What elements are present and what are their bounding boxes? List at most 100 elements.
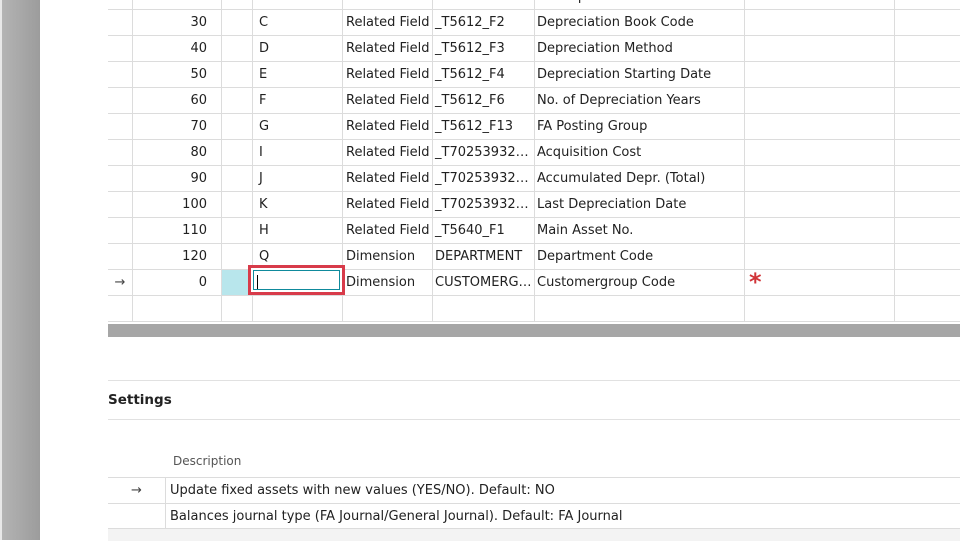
table-row[interactable]: 40 D Related Field _T5612_F3 Depreciatio… (108, 36, 960, 62)
table-row[interactable]: 110 H Related Field _T5640_F1 Main Asset… (108, 218, 960, 244)
cell-letter[interactable]: G (253, 114, 343, 139)
cell-type[interactable] (343, 296, 433, 321)
cell-type[interactable]: Related Field (343, 140, 433, 165)
cell-description: Accumulated Depr. (Total) (535, 166, 745, 191)
cell-letter[interactable]: F (253, 88, 343, 113)
cell-no: 100 (133, 192, 222, 217)
cell-letter[interactable] (253, 296, 343, 321)
cell-field[interactable]: _T5640_F1 (433, 218, 535, 243)
required-asterisk-icon: * (749, 270, 762, 295)
cell-letter[interactable]: D (253, 36, 343, 61)
cell-field[interactable]: _T70253932_F3 (433, 166, 535, 191)
cell-extra-2 (895, 166, 960, 191)
settings-column-header-description[interactable]: Description (173, 454, 241, 468)
row-selector[interactable] (108, 296, 133, 321)
cell-extra-2 (895, 114, 960, 139)
cell-extra-2 (895, 88, 960, 113)
cell-description: No. of Depreciation Years (535, 88, 745, 113)
cell-field[interactable]: _T5612_F6 (433, 88, 535, 113)
table-row[interactable]: 70 G Related Field _T5612_F13 FA Posting… (108, 114, 960, 140)
cell-type[interactable]: Related Field (343, 36, 433, 61)
row-selector[interactable] (108, 192, 133, 217)
cell-field[interactable]: _T70253932_F2 (433, 140, 535, 165)
cell-no: 30 (133, 10, 222, 35)
cell-no: 20 (133, 0, 222, 9)
table-row[interactable]: 60 F Related Field _T5612_F6 No. of Depr… (108, 88, 960, 114)
row-selector[interactable] (108, 10, 133, 35)
cell-no: 80 (133, 140, 222, 165)
text-caret (257, 275, 258, 289)
cell-required: * (745, 270, 895, 295)
row-selector[interactable] (108, 0, 133, 9)
cell-field[interactable]: DEPARTMENT (433, 244, 535, 269)
cell-field[interactable] (433, 296, 535, 321)
cell-field[interactable]: _T5612_F3 (433, 36, 535, 61)
cell-type[interactable]: Related Field (343, 10, 433, 35)
row-selector[interactable] (108, 88, 133, 113)
row-selector[interactable] (108, 114, 133, 139)
table-row[interactable]: 90 J Related Field _T70253932_F3 Accumul… (108, 166, 960, 192)
cell-extra-2 (895, 270, 960, 295)
cell-letter[interactable]: C (253, 10, 343, 35)
cell-blank (222, 88, 253, 113)
settings-row[interactable]: → Update fixed assets with new values (Y… (108, 477, 960, 503)
cell-type[interactable]: Field (343, 0, 433, 9)
table-row[interactable]: 30 C Related Field _T5612_F2 Depreciatio… (108, 10, 960, 36)
cell-letter[interactable]: K (253, 192, 343, 217)
current-row-arrow-icon[interactable]: → (108, 270, 133, 295)
cell-field[interactable]: _T5612_F4 (433, 62, 535, 87)
row-selector[interactable] (108, 62, 133, 87)
cell-type[interactable]: Related Field (343, 88, 433, 113)
table-row[interactable]: 50 E Related Field _T5612_F4 Depreciatio… (108, 62, 960, 88)
row-selector[interactable] (108, 244, 133, 269)
table-row-active[interactable]: → 0 Dimension CUSTOMERG… Customergroup C… (108, 265, 960, 296)
cell-extra (745, 88, 895, 113)
cell-type[interactable]: Related Field (343, 62, 433, 87)
cell-type[interactable]: Dimension (343, 244, 433, 269)
cell-extra (745, 10, 895, 35)
cell-type[interactable]: Related Field (343, 166, 433, 191)
cell-field[interactable]: _T70253932_F… (433, 192, 535, 217)
row-selector[interactable] (108, 36, 133, 61)
settings-row-description: Balances journal type (FA Journal/Genera… (170, 509, 623, 524)
cell-extra (745, 62, 895, 87)
cell-field[interactable]: 2 (433, 0, 535, 9)
table-row[interactable]: 20 B Field 2 Description (108, 0, 960, 10)
cell-field[interactable]: _T5612_F13 (433, 114, 535, 139)
cell-type[interactable]: Related Field (343, 218, 433, 243)
cell-no (133, 296, 222, 321)
cell-extra-2 (895, 192, 960, 217)
letter-edit-input[interactable] (248, 265, 345, 295)
cell-type[interactable]: Related Field (343, 192, 433, 217)
cell-letter[interactable]: H (253, 218, 343, 243)
horizontal-scrollbar[interactable] (108, 324, 960, 337)
table-row[interactable]: 100 K Related Field _T70253932_F… Last D… (108, 192, 960, 218)
cell-extra-2 (895, 62, 960, 87)
cell-letter[interactable]: I (253, 140, 343, 165)
letter-edit-input-inner[interactable] (253, 270, 340, 290)
row-selector[interactable] (108, 218, 133, 243)
cell-field[interactable]: CUSTOMERG… (433, 270, 535, 295)
cell-blank (222, 10, 253, 35)
cell-type[interactable]: Dimension (343, 270, 433, 295)
table-row[interactable]: 80 I Related Field _T70253932_F2 Acquisi… (108, 140, 960, 166)
row-selector[interactable] (108, 140, 133, 165)
row-selector[interactable] (108, 504, 166, 529)
cell-letter[interactable]: B (253, 0, 343, 9)
left-rail (0, 0, 40, 540)
cell-type[interactable]: Related Field (343, 114, 433, 139)
cell-blank (222, 36, 253, 61)
table-row-empty[interactable] (108, 296, 960, 322)
row-selector[interactable] (108, 166, 133, 191)
cell-field[interactable]: _T5612_F2 (433, 10, 535, 35)
cell-letter[interactable]: E (253, 62, 343, 87)
cell-blank (222, 140, 253, 165)
current-row-arrow-icon[interactable]: → (108, 478, 166, 503)
cell-description: Depreciation Method (535, 36, 745, 61)
section-divider (108, 380, 960, 381)
settings-row[interactable]: Balances journal type (FA Journal/Genera… (108, 503, 960, 529)
cell-no: 110 (133, 218, 222, 243)
table-row[interactable]: 120 Q Dimension DEPARTMENT Department Co… (108, 244, 960, 270)
cell-letter[interactable]: J (253, 166, 343, 191)
settings-section-title[interactable]: Settings (108, 392, 172, 408)
